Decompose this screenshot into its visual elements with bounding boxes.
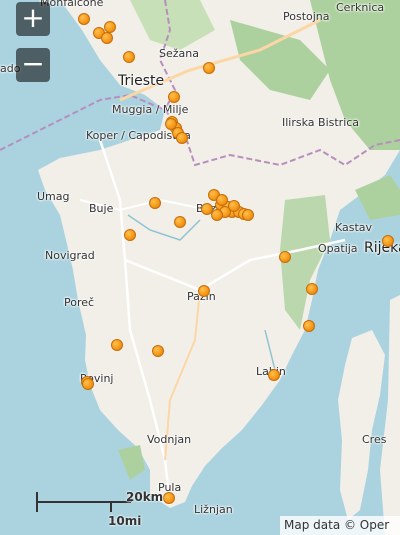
map-marker[interactable] [111,339,123,351]
map-marker[interactable] [303,320,315,332]
place-label-postojna: Postojna [283,10,330,23]
map-canvas[interactable]: Monfalcone Postojna Cerknica Sežana Trie… [0,0,400,535]
map-marker[interactable] [176,132,188,144]
scale-bar: 20km 10mi [36,490,163,528]
place-label-trieste: Trieste [118,73,165,89]
map-marker[interactable] [101,32,113,44]
map-marker[interactable] [268,369,280,381]
map-marker[interactable] [124,229,136,241]
place-label-cerknica: Cerknica [336,1,385,14]
place-label-novigrad: Novigrad [45,249,95,262]
scale-imperial-label: 10mi [108,514,142,528]
place-label-umag: Umag [37,190,70,203]
map-marker[interactable] [163,492,175,504]
place-label-porec: Poreč [64,296,95,309]
map-marker[interactable] [216,194,228,206]
place-label-vodnjan: Vodnjan [147,433,192,446]
map-marker[interactable] [149,197,161,209]
map-marker[interactable] [203,62,215,74]
map-marker[interactable] [174,216,186,228]
map-base-layer [0,0,400,535]
map-marker[interactable] [78,13,90,25]
place-label-buje: Buje [89,202,114,215]
map-marker[interactable] [306,283,318,295]
map-marker[interactable] [82,378,94,390]
place-label-liznjan: Ližnjan [194,503,233,516]
zoom-out-button[interactable]: − [16,48,50,82]
place-label-muggia: Muggia / Milje [112,103,189,116]
place-label-opatija: Opatija [318,242,358,255]
place-label-kastav: Kastav [335,221,373,234]
map-marker[interactable] [165,118,177,130]
map-marker[interactable] [211,209,223,221]
map-marker[interactable] [242,209,254,221]
place-label-ilirska: Ilirska Bistrica [282,116,360,129]
zoom-in-button[interactable]: + [16,2,50,36]
map-attribution[interactable]: Map data © Oper [280,516,400,535]
map-marker[interactable] [198,285,210,297]
map-marker[interactable] [279,251,291,263]
map-marker[interactable] [152,345,164,357]
map-marker[interactable] [168,91,180,103]
map-marker[interactable] [201,203,213,215]
map-marker[interactable] [382,235,394,247]
scale-metric-label: 20km [126,490,164,504]
place-label-cres: Cres [362,433,387,446]
place-label-sezana: Sežana [159,47,199,60]
map-marker[interactable] [228,200,240,212]
map-marker[interactable] [123,51,135,63]
